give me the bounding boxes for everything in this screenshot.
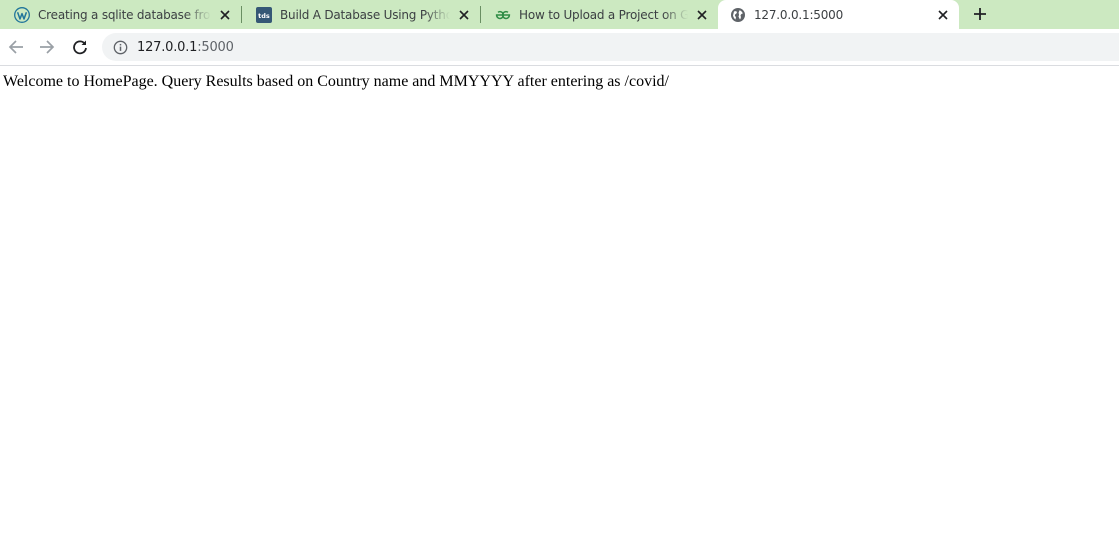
back-button[interactable] [6, 37, 26, 57]
tds-icon: tds [256, 6, 272, 23]
address-bar[interactable]: 127.0.0.1:5000 [102, 33, 1119, 61]
tab-title: Creating a sqlite database from C [38, 7, 211, 22]
close-tab-icon[interactable] [456, 7, 472, 23]
welcome-text: Welcome to HomePage. Query Results based… [3, 73, 669, 90]
tab-sqlite-database[interactable]: Creating a sqlite database from C [0, 0, 241, 29]
back-arrow-icon [8, 39, 24, 55]
page-content: Welcome to HomePage. Query Results based… [0, 66, 1119, 536]
url-port: :5000 [197, 39, 234, 55]
geeksforgeeks-icon [495, 7, 511, 23]
tab-strip: Creating a sqlite database from C tds Bu… [0, 0, 1119, 29]
browser-window: Creating a sqlite database from C tds Bu… [0, 0, 1119, 536]
forward-arrow-icon [39, 39, 55, 55]
tab-title: How to Upload a Project on Github [519, 7, 688, 22]
tab-title: 127.0.0.1:5000 [754, 7, 844, 22]
reload-icon [72, 39, 88, 55]
tab-upload-project-github[interactable]: How to Upload a Project on Github [481, 0, 718, 29]
tab-build-database-python[interactable]: tds Build A Database Using Python | [242, 0, 480, 29]
close-tab-icon[interactable] [694, 7, 710, 23]
close-tab-icon[interactable] [217, 7, 233, 23]
globe-icon [730, 7, 746, 23]
tab-title: Build A Database Using Python | [280, 7, 450, 22]
wordpress-icon [14, 6, 30, 23]
forward-button[interactable] [37, 37, 57, 57]
browser-toolbar: 127.0.0.1:5000 [0, 29, 1119, 65]
new-tab-button[interactable] [966, 3, 994, 25]
tab-localhost-active[interactable]: 127.0.0.1:5000 [718, 0, 959, 29]
reload-button[interactable] [70, 37, 90, 57]
plus-icon [973, 7, 987, 21]
tds-favicon-text: tds [258, 12, 270, 20]
url-text: 127.0.0.1:5000 [137, 40, 234, 55]
close-tab-icon[interactable] [935, 7, 951, 23]
url-host: 127.0.0.1 [137, 39, 198, 55]
info-icon[interactable] [112, 39, 128, 55]
